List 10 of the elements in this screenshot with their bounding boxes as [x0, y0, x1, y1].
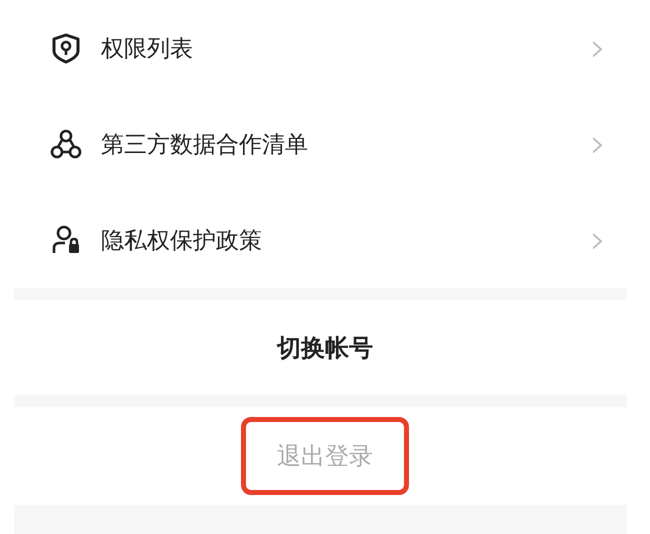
menu-item[interactable]: 隐私权保护政策 › — [0, 192, 650, 288]
chevron-icon: › — [590, 124, 606, 164]
menu-item[interactable]: 权限列表 › — [0, 0, 650, 96]
shield-icon — [50, 32, 82, 64]
chevron-icon: › — [590, 220, 606, 260]
chevron-icon: › — [590, 28, 606, 68]
menu-item[interactable]: 第三方数据合作清单 › — [0, 96, 650, 192]
person-lock-icon — [50, 224, 82, 256]
connected-circles-icon — [50, 128, 82, 160]
switch-account-button[interactable]: 切换帐号 — [277, 332, 373, 364]
